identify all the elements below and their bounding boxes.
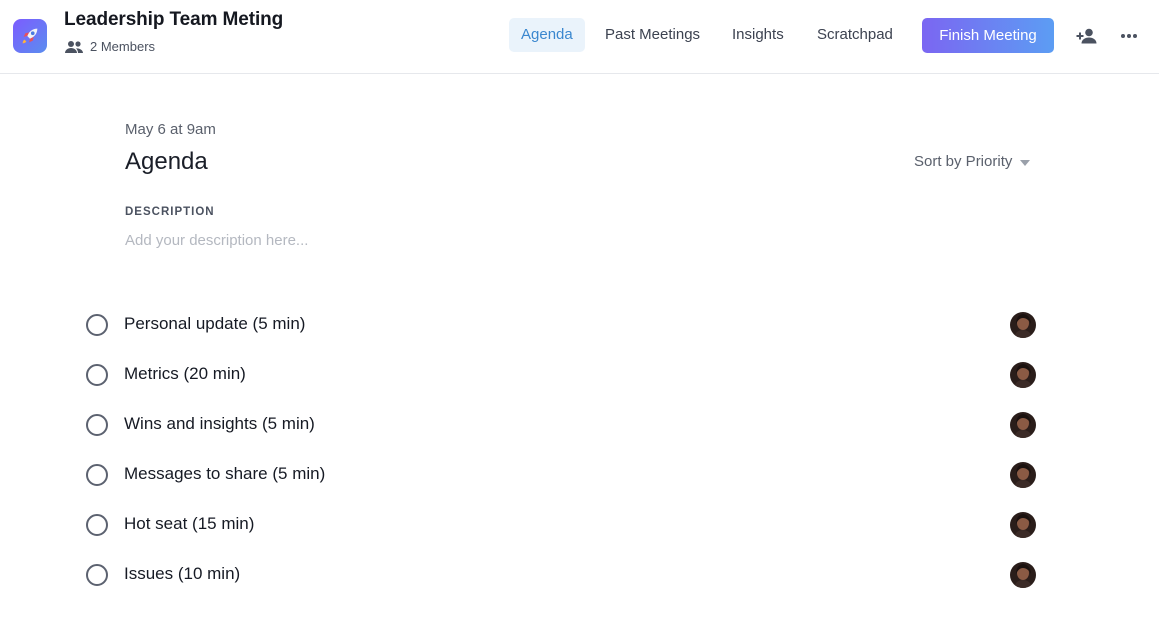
agenda-item-label[interactable]: Messages to share (5 min) [124,464,325,484]
agenda-item-label[interactable]: Issues (10 min) [124,564,240,584]
avatar[interactable] [1010,312,1036,338]
agenda-item: Messages to share (5 min) [0,450,1159,500]
circle-checkbox-icon[interactable] [86,414,108,436]
rocket-icon[interactable] [13,19,47,53]
avatar[interactable] [1010,362,1036,388]
agenda-item-label[interactable]: Hot seat (15 min) [124,514,254,534]
tab-scratchpad[interactable]: Scratchpad [805,18,905,52]
meeting-date: May 6 at 9am [125,121,216,138]
avatar[interactable] [1010,462,1036,488]
sort-dropdown[interactable]: Sort by Priority [914,153,1031,170]
sort-label: Sort by Priority [914,153,1013,170]
agenda-item: Hot seat (15 min) [0,500,1159,550]
circle-checkbox-icon[interactable] [86,314,108,336]
description-input[interactable] [125,229,525,251]
tab-insights[interactable]: Insights [720,18,796,52]
description-label: DESCRIPTION [125,206,215,218]
agenda-item: Personal update (5 min) [0,300,1159,350]
avatar[interactable] [1010,562,1036,588]
agenda-item-label[interactable]: Metrics (20 min) [124,364,246,384]
agenda-item-label[interactable]: Wins and insights (5 min) [124,414,315,434]
avatar[interactable] [1010,512,1036,538]
avatar[interactable] [1010,412,1036,438]
circle-checkbox-icon[interactable] [86,464,108,486]
agenda-item-label[interactable]: Personal update (5 min) [124,314,305,334]
members-count[interactable]: 2 Members [64,39,155,54]
circle-checkbox-icon[interactable] [86,514,108,536]
top-bar: Leadership Team Meting 2 Members Agenda … [0,0,1159,74]
more-horizontal-icon[interactable] [1117,24,1141,48]
page-title: Agenda [125,148,208,175]
add-person-icon[interactable] [1075,24,1099,48]
tab-agenda[interactable]: Agenda [509,18,585,52]
agenda-item: Metrics (20 min) [0,350,1159,400]
meeting-title[interactable]: Leadership Team Meting [64,9,283,31]
members-label: 2 Members [90,39,156,54]
finish-meeting-button[interactable]: Finish Meeting [922,18,1054,53]
tab-past-meetings[interactable]: Past Meetings [593,18,712,52]
circle-checkbox-icon[interactable] [86,364,108,386]
people-icon [64,40,84,54]
caret-down-icon [1020,153,1031,170]
agenda-item: Issues (10 min) [0,550,1159,600]
agenda-item: Wins and insights (5 min) [0,400,1159,450]
circle-checkbox-icon[interactable] [86,564,108,586]
